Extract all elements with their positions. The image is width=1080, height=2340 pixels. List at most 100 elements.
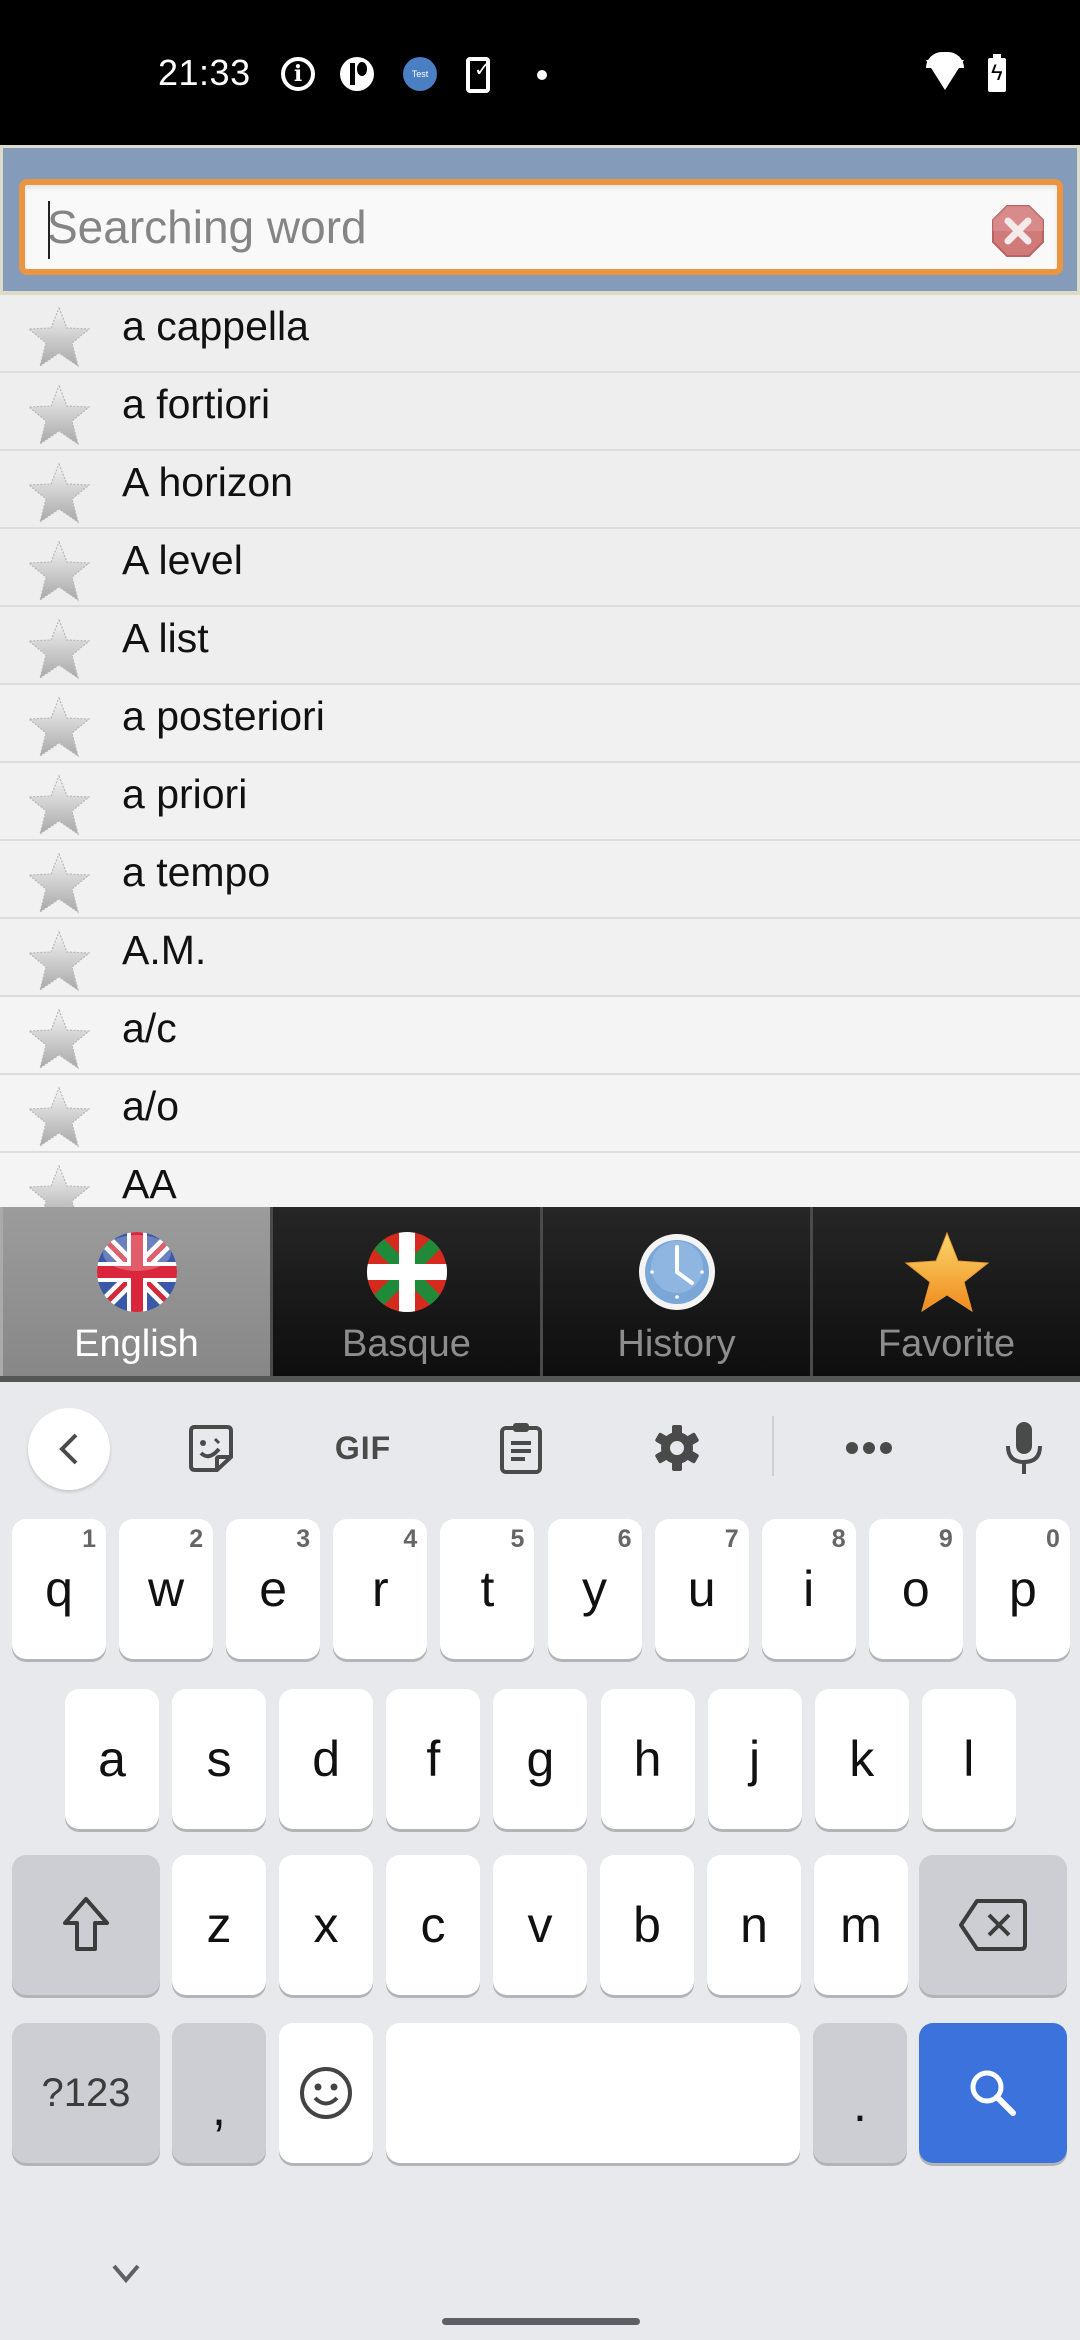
key-k[interactable]: k <box>814 1689 909 1829</box>
comma-key[interactable]: , <box>172 2023 266 2163</box>
more-button[interactable] <box>829 1408 909 1488</box>
key-h[interactable]: h <box>600 1689 695 1829</box>
space-key[interactable] <box>386 2023 800 2163</box>
sticker-button[interactable] <box>170 1408 250 1488</box>
key-number-hint: 1 <box>82 1525 96 1553</box>
word-list-item[interactable]: A horizon <box>0 451 1080 529</box>
key-label: p <box>1008 1561 1037 1617</box>
shift-key[interactable] <box>12 1855 160 1995</box>
key-a[interactable]: a <box>65 1689 159 1829</box>
key-label: c <box>420 1897 446 1953</box>
word-list[interactable]: a cappella a fortiori A horizon A level A li… <box>0 295 1080 1207</box>
key-label: m <box>840 1897 882 1953</box>
word-list-item[interactable]: a tempo <box>0 841 1080 919</box>
key-number-hint: 3 <box>296 1525 311 1553</box>
clear-icon[interactable] <box>991 204 1045 258</box>
microphone-button[interactable] <box>984 1408 1064 1488</box>
key-label: x <box>313 1897 339 1953</box>
key-m[interactable]: m <box>814 1855 908 1995</box>
favorite-star-icon[interactable] <box>26 383 92 447</box>
key-label: i <box>803 1561 815 1617</box>
key-c[interactable]: c <box>386 1855 480 1995</box>
tab-english[interactable]: English <box>0 1207 270 1376</box>
back-button[interactable] <box>28 1408 110 1490</box>
favorite-star-icon[interactable] <box>26 461 92 525</box>
key-v[interactable]: v <box>493 1855 587 1995</box>
favorite-star-icon[interactable] <box>26 1085 92 1149</box>
key-b[interactable]: b <box>600 1855 694 1995</box>
tab-basque-label: Basque <box>342 1323 471 1365</box>
word-list-item[interactable]: a/c <box>0 997 1080 1075</box>
favorite-star-icon[interactable] <box>26 851 92 915</box>
sticker-icon <box>189 1425 233 1472</box>
emoji-key[interactable] <box>279 2023 373 2163</box>
key-p[interactable]: p0 <box>975 1519 1070 1659</box>
key-q[interactable]: q1 <box>12 1519 106 1659</box>
word-text: a/c <box>122 1005 177 1051</box>
word-list-item[interactable]: A.M. <box>0 919 1080 997</box>
key-e[interactable]: e3 <box>226 1519 321 1659</box>
key-n[interactable]: n <box>707 1855 801 1995</box>
key-o[interactable]: o9 <box>868 1519 963 1659</box>
word-text: A level <box>122 537 243 583</box>
tab-favorite-label: Favorite <box>877 1323 1016 1365</box>
key-d[interactable]: d <box>279 1689 374 1829</box>
key-l[interactable]: l <box>921 1689 1016 1829</box>
key-j[interactable]: j <box>707 1689 802 1829</box>
key-t[interactable]: t5 <box>440 1519 535 1659</box>
search-box <box>19 179 1063 275</box>
key-number-hint: 6 <box>617 1525 632 1553</box>
word-list-item[interactable]: a cappella <box>0 295 1080 373</box>
favorite-star-icon[interactable] <box>26 1163 92 1207</box>
gif-button[interactable]: GIF <box>323 1408 403 1488</box>
word-list-item[interactable]: a posteriori <box>0 685 1080 763</box>
word-list-item[interactable]: AA <box>0 1153 1080 1207</box>
key-label: h <box>633 1731 662 1787</box>
back-icon <box>59 1433 78 1465</box>
tab-english-label: English <box>74 1323 199 1365</box>
settings-button[interactable] <box>637 1408 717 1488</box>
search-icon <box>970 2070 1016 2116</box>
clipboard-button[interactable] <box>481 1408 561 1488</box>
word-list-item[interactable]: A list <box>0 607 1080 685</box>
backspace-key[interactable] <box>919 1855 1067 1995</box>
period-key[interactable]: . <box>813 2023 907 2163</box>
word-list-item[interactable]: A level <box>0 529 1080 607</box>
app-p-icon <box>340 57 374 91</box>
key-i[interactable]: i8 <box>761 1519 856 1659</box>
key-g[interactable]: g <box>493 1689 588 1829</box>
word-list-item[interactable]: a/o <box>0 1075 1080 1153</box>
word-text: A list <box>122 615 209 661</box>
key-r[interactable]: r4 <box>333 1519 428 1659</box>
key-f[interactable]: f <box>386 1689 481 1829</box>
word-list-item[interactable]: a priori <box>0 763 1080 841</box>
favorite-star-icon[interactable] <box>26 929 92 993</box>
favorite-star-icon[interactable] <box>26 1007 92 1071</box>
navigation-handle[interactable] <box>442 2318 640 2325</box>
key-w[interactable]: w2 <box>119 1519 214 1659</box>
collapse-keyboard-icon[interactable] <box>110 2262 142 2284</box>
tab-history[interactable]: History <box>540 1207 810 1376</box>
key-z[interactable]: z <box>172 1855 266 1995</box>
word-text: a tempo <box>122 849 271 895</box>
favorite-star-icon[interactable] <box>26 773 92 837</box>
favorite-star-icon[interactable] <box>26 617 92 681</box>
star-icon <box>904 1231 989 1313</box>
favorite-star-icon[interactable] <box>26 539 92 603</box>
tab-basque[interactable]: Basque <box>270 1207 540 1376</box>
key-x[interactable]: x <box>279 1855 373 1995</box>
favorite-star-icon[interactable] <box>26 695 92 759</box>
search-input[interactable] <box>47 195 947 259</box>
tab-favorite[interactable]: Favorite <box>810 1207 1080 1376</box>
key-y[interactable]: y6 <box>547 1519 642 1659</box>
search-action-key[interactable] <box>919 2023 1067 2163</box>
word-list-item[interactable]: a fortiori <box>0 373 1080 451</box>
key-u[interactable]: u7 <box>654 1519 749 1659</box>
key-s[interactable]: s <box>172 1689 267 1829</box>
symbols-key[interactable]: ?123 <box>12 2023 160 2163</box>
key-number-hint: 8 <box>831 1525 846 1553</box>
info-icon: i <box>281 57 315 91</box>
favorite-star-icon[interactable] <box>26 305 92 369</box>
key-label: d <box>312 1731 341 1787</box>
wifi-icon <box>926 52 964 90</box>
